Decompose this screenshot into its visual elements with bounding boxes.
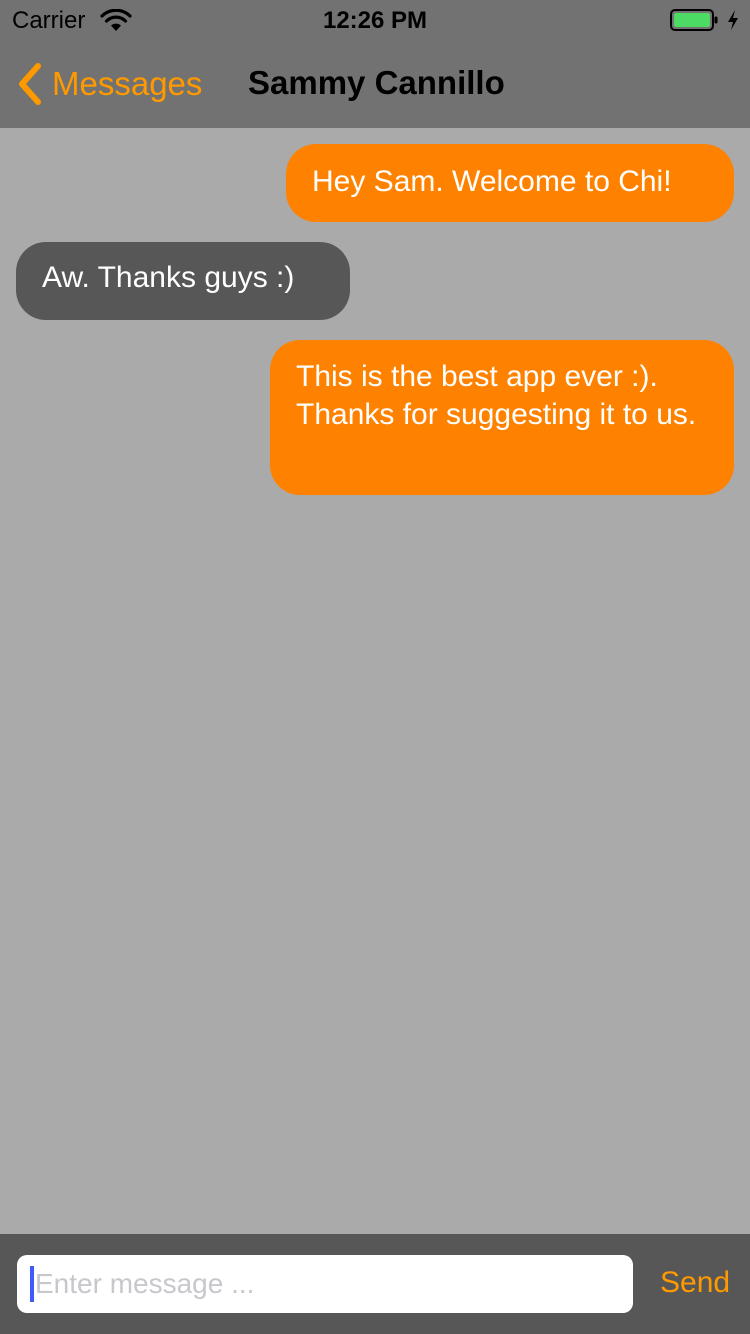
status-bar: Carrier 12:26 PM: [0, 0, 750, 40]
message-input[interactable]: [35, 1255, 623, 1313]
message-text: Hey Sam. Welcome to Chi!: [312, 165, 672, 198]
status-time: 12:26 PM: [322, 7, 428, 34]
message-text: This is the best app ever :). Thanks for…: [296, 360, 697, 431]
chevron-left-icon: [19, 63, 41, 105]
text-cursor: [30, 1266, 34, 1302]
battery-icon: [670, 9, 718, 31]
composer-bar: Send: [0, 1234, 750, 1334]
conversation-title: Sammy Cannillo: [248, 64, 505, 101]
message-text: Aw. Thanks guys :): [42, 261, 295, 294]
back-label: Messages: [52, 65, 203, 102]
message-bubble-incoming: Aw. Thanks guys :): [16, 242, 350, 320]
message-bubble-outgoing: Hey Sam. Welcome to Chi!: [286, 144, 734, 222]
charging-bolt-icon: [728, 10, 738, 30]
nav-bar: Messages Sammy Cannillo: [0, 40, 750, 128]
message-input-container[interactable]: [17, 1255, 633, 1313]
message-bubble-outgoing: This is the best app ever :). Thanks for…: [270, 340, 734, 495]
back-button[interactable]: Messages: [16, 62, 202, 106]
send-button[interactable]: Send: [660, 1266, 730, 1300]
top-bar: Carrier 12:26 PM Messages Sammy Cannillo: [0, 0, 750, 128]
